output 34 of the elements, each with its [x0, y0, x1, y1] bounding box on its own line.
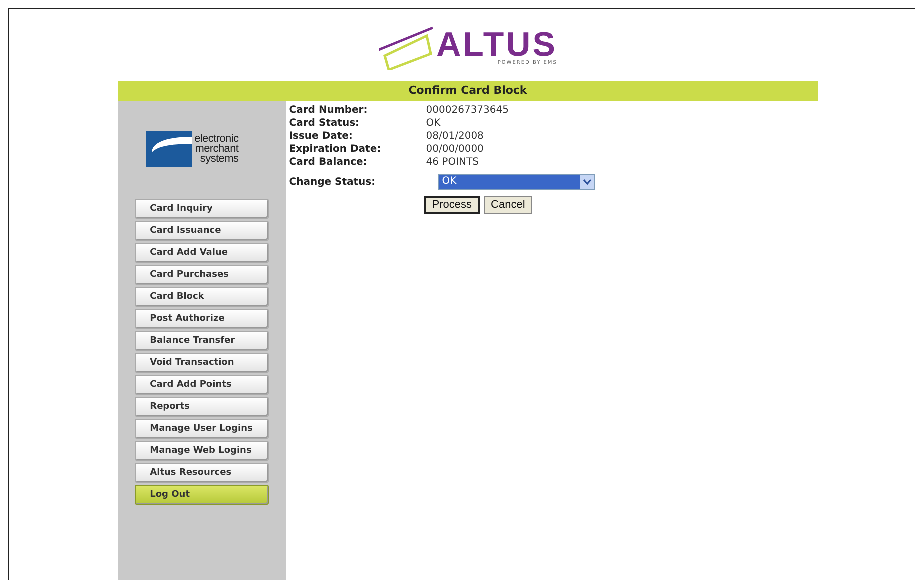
menu-button[interactable]: Card Issuance — [135, 221, 270, 241]
menu-button[interactable]: Balance Transfer — [135, 331, 270, 351]
brand-name: ALTUS — [436, 30, 558, 60]
field-label: Card Balance: — [289, 157, 368, 168]
status-dropdown[interactable]: OK — [438, 174, 596, 190]
field-value: 46 POINTS — [426, 157, 480, 168]
field-label: Change Status: — [289, 176, 377, 188]
menu-button[interactable]: Log Out — [135, 485, 270, 505]
menu-button[interactable]: Altus Resources — [135, 463, 270, 483]
menu-button[interactable]: Manage Web Logins — [135, 441, 270, 461]
chevron-down-icon — [582, 179, 592, 185]
title-bar: Confirm Card Block — [118, 81, 818, 101]
menu-button[interactable]: Void Transaction — [135, 353, 270, 373]
menu-button[interactable]: Card Add Points — [135, 375, 270, 395]
field-value: 08/01/2008 — [426, 131, 485, 142]
menu-button[interactable]: Card Inquiry — [135, 199, 270, 219]
menu-button[interactable]: Card Purchases — [135, 265, 270, 285]
menu-button[interactable]: Card Add Value — [135, 243, 270, 263]
menu-button[interactable]: Reports — [135, 397, 270, 417]
field-label: Issue Date: — [289, 131, 354, 142]
field-value: 00/00/0000 — [426, 144, 485, 155]
field-value: OK — [426, 118, 442, 129]
form-button[interactable]: Process — [424, 196, 480, 214]
field-value: 0000267373645 — [426, 105, 510, 116]
menu-button[interactable]: Manage User Logins — [135, 419, 270, 439]
card-logo-icon — [378, 26, 435, 70]
form-button[interactable]: Cancel — [484, 196, 532, 214]
menu-button[interactable]: Card Block — [135, 287, 270, 307]
field-label: Card Number: — [289, 105, 369, 116]
field-label: Expiration Date: — [289, 144, 382, 155]
field-label: Card Status: — [289, 118, 361, 129]
menu-button[interactable]: Post Authorize — [135, 309, 270, 329]
company-logo-icon — [146, 131, 192, 167]
company-name: electronic merchant systems — [194, 134, 239, 164]
